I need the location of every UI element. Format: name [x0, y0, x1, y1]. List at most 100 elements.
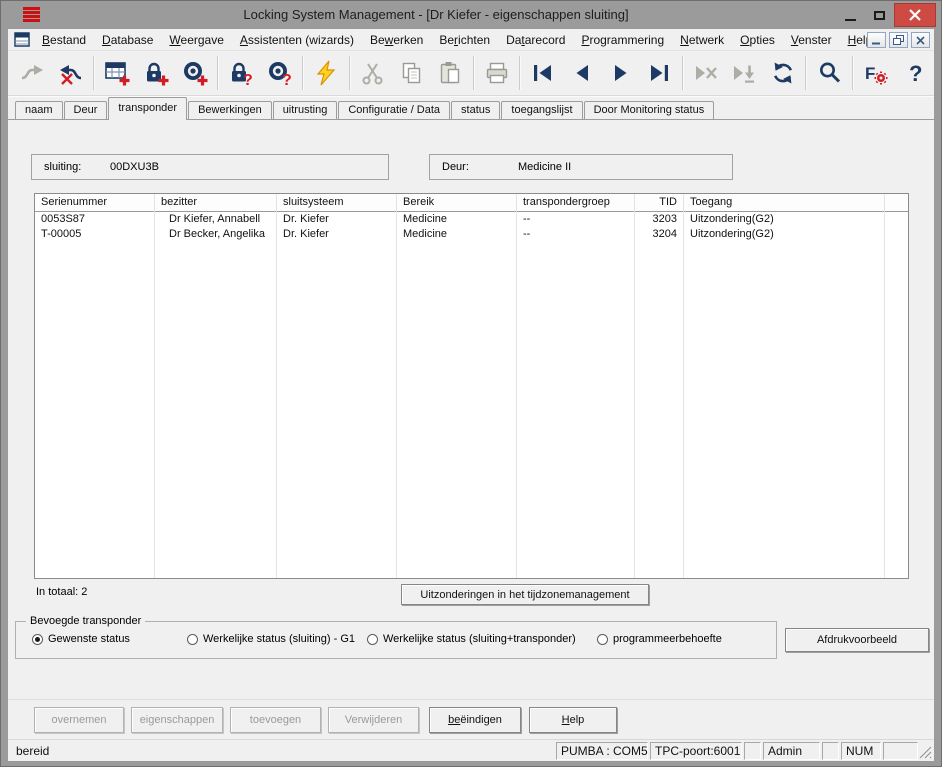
- toolbar-button-refresh[interactable]: [764, 54, 803, 92]
- menu-item-assistenten-wizards[interactable]: Assistenten (wizards): [232, 31, 362, 49]
- tab-configuratie-data[interactable]: Configuratie / Data: [338, 101, 450, 119]
- tab-door-monitoring-status[interactable]: Door Monitoring status: [584, 101, 715, 119]
- table-cell[interactable]: Dr Kiefer, Annabell: [155, 212, 276, 227]
- tab-bewerkingen[interactable]: Bewerkingen: [188, 101, 272, 119]
- status-pane-tpc-poort-6001: TPC-poort:6001: [650, 742, 742, 760]
- tab-transponder[interactable]: transponder: [108, 97, 187, 120]
- mdi-minimize-button[interactable]: [867, 32, 886, 48]
- table-cell[interactable]: [885, 212, 909, 227]
- paste-icon: [437, 60, 463, 86]
- svg-text:F: F: [865, 64, 875, 83]
- menu-item-bestand[interactable]: Bestand: [34, 31, 94, 49]
- menu-item-datarecord[interactable]: Datarecord: [498, 31, 573, 49]
- radio-option-gewenste-status[interactable]: Gewenste status: [32, 633, 130, 645]
- tab-toegangslijst[interactable]: toegangslijst: [501, 101, 582, 119]
- deur-value: Medicine II: [518, 161, 571, 173]
- prev-record-icon: [569, 60, 595, 86]
- toolbar-button-print[interactable]: [478, 54, 517, 92]
- footer-button-be-indigen[interactable]: beëindigen: [429, 707, 521, 733]
- menu-item-bewerken[interactable]: Bewerken: [362, 31, 431, 49]
- toolbar-button-next-record[interactable]: [601, 54, 640, 92]
- table-cell[interactable]: 0053S87: [35, 212, 154, 227]
- table-cell[interactable]: --: [517, 227, 634, 242]
- resize-grip[interactable]: [919, 746, 932, 759]
- table-cell[interactable]: Dr. Kiefer: [277, 212, 396, 227]
- menu-item-opties[interactable]: Opties: [732, 31, 783, 49]
- tab-naam[interactable]: naam: [15, 101, 63, 119]
- tab-deur[interactable]: Deur: [64, 101, 108, 119]
- status-pane-num: NUM: [841, 742, 881, 760]
- minimize-button[interactable]: [836, 3, 865, 27]
- menu-item-netwerk[interactable]: Netwerk: [672, 31, 732, 49]
- footer-button-verwijderen[interactable]: Verwijderen: [328, 707, 419, 733]
- menu-item-berichten[interactable]: Berichten: [431, 31, 498, 49]
- print-preview-button[interactable]: Afdrukvoorbeeld: [785, 628, 929, 652]
- column-header-bereik[interactable]: Bereik: [397, 194, 516, 212]
- toolbar-button-cancel-record[interactable]: [687, 54, 726, 92]
- tab-uitrusting[interactable]: uitrusting: [273, 101, 338, 119]
- maximize-button[interactable]: [865, 3, 894, 27]
- toolbar-button-prev-record[interactable]: [563, 54, 602, 92]
- column-header-tid[interactable]: TID: [635, 194, 683, 212]
- menu-item-venster[interactable]: Venster: [783, 31, 840, 49]
- status-bar: bereid PUMBA : COM5TPC-poort:6001AdminNU…: [8, 739, 934, 761]
- column-header-transpondergroep[interactable]: transpondergroep: [517, 194, 634, 212]
- table-cell[interactable]: [885, 227, 909, 242]
- toolbar-button-filter-settings[interactable]: F: [857, 54, 896, 92]
- footer-button-help[interactable]: Help: [529, 707, 617, 733]
- sluiting-label: sluiting:: [32, 161, 110, 173]
- table-cell[interactable]: --: [517, 212, 634, 227]
- bevoegde-transponder-group: Bevoegde transponder Gewenste status Wer…: [15, 621, 777, 659]
- timezone-exceptions-button[interactable]: Uitzonderingen in het tijdzonemanagement: [401, 584, 649, 605]
- toolbar-button-new-locking-system[interactable]: [98, 54, 137, 92]
- toolbar-button-save-record[interactable]: [725, 54, 764, 92]
- toolbar-button-new-transponder[interactable]: [175, 54, 214, 92]
- radio-option-werkelijke-status-sluiting-transponder[interactable]: Werkelijke status (sluiting+transponder): [367, 633, 576, 645]
- mdi-close-button[interactable]: [911, 32, 930, 48]
- column-header-serienummer[interactable]: Serienummer: [35, 194, 154, 212]
- toolbar-button-search[interactable]: [810, 54, 849, 92]
- search-icon: [817, 60, 843, 86]
- radio-option-programmeerbehoefte[interactable]: programmeerbehoefte: [597, 633, 722, 645]
- toolbar-button-read-lock[interactable]: ?: [222, 54, 261, 92]
- table-cell[interactable]: Uitzondering(G2): [684, 227, 884, 242]
- mdi-restore-button[interactable]: [889, 32, 908, 48]
- menu-item-weergave[interactable]: Weergave: [161, 31, 231, 49]
- close-button[interactable]: [894, 3, 936, 27]
- column-header-idx-7[interactable]: [885, 194, 909, 212]
- toolbar-button-first-record[interactable]: [524, 54, 563, 92]
- toolbar-button-program[interactable]: [307, 54, 346, 92]
- toolbar-button-paste[interactable]: [431, 54, 470, 92]
- menu-item-programmering[interactable]: Programmering: [573, 31, 672, 49]
- title-bar[interactable]: Locking System Management - [Dr Kiefer -…: [1, 1, 941, 29]
- first-record-icon: [530, 60, 556, 86]
- column-header-bezitter[interactable]: bezitter: [155, 194, 276, 212]
- table-cell[interactable]: Dr. Kiefer: [277, 227, 396, 242]
- footer-button-overnemen[interactable]: overnemen: [34, 707, 124, 733]
- toolbar-button-new-lock[interactable]: [137, 54, 176, 92]
- table-cell[interactable]: Medicine: [397, 227, 516, 242]
- table-cell[interactable]: Dr Becker, Angelika: [155, 227, 276, 242]
- minimize-icon: [845, 19, 856, 21]
- footer-button-eigenschappen[interactable]: eigenschappen: [131, 707, 223, 733]
- status-pane-admin: Admin: [763, 742, 820, 760]
- table-cell[interactable]: 3203: [635, 212, 683, 227]
- menu-item-database[interactable]: Database: [94, 31, 161, 49]
- column-header-toegang[interactable]: Toegang: [684, 194, 884, 212]
- radio-option-werkelijke-status-sluiting-g1[interactable]: Werkelijke status (sluiting) - G1: [187, 633, 355, 645]
- table-cell[interactable]: Medicine: [397, 212, 516, 227]
- toolbar-button-cut[interactable]: [354, 54, 393, 92]
- table-cell[interactable]: Uitzondering(G2): [684, 212, 884, 227]
- toolbar-button-read-transponder[interactable]: ?: [261, 54, 300, 92]
- toolbar-button-copy[interactable]: [392, 54, 431, 92]
- toolbar-button-help[interactable]: ?: [895, 54, 934, 92]
- status-pane-pumba-com5: PUMBA : COM5: [556, 742, 648, 760]
- footer-button-toevoegen[interactable]: toevoegen: [230, 707, 321, 733]
- toolbar-button-login[interactable]: [13, 54, 52, 92]
- table-cell[interactable]: T-00005: [35, 227, 154, 242]
- toolbar-button-last-record[interactable]: [640, 54, 679, 92]
- tab-status[interactable]: status: [451, 101, 500, 119]
- column-header-sluitsysteem[interactable]: sluitsysteem: [277, 194, 396, 212]
- table-cell[interactable]: 3204: [635, 227, 683, 242]
- toolbar-button-logout[interactable]: [52, 54, 91, 92]
